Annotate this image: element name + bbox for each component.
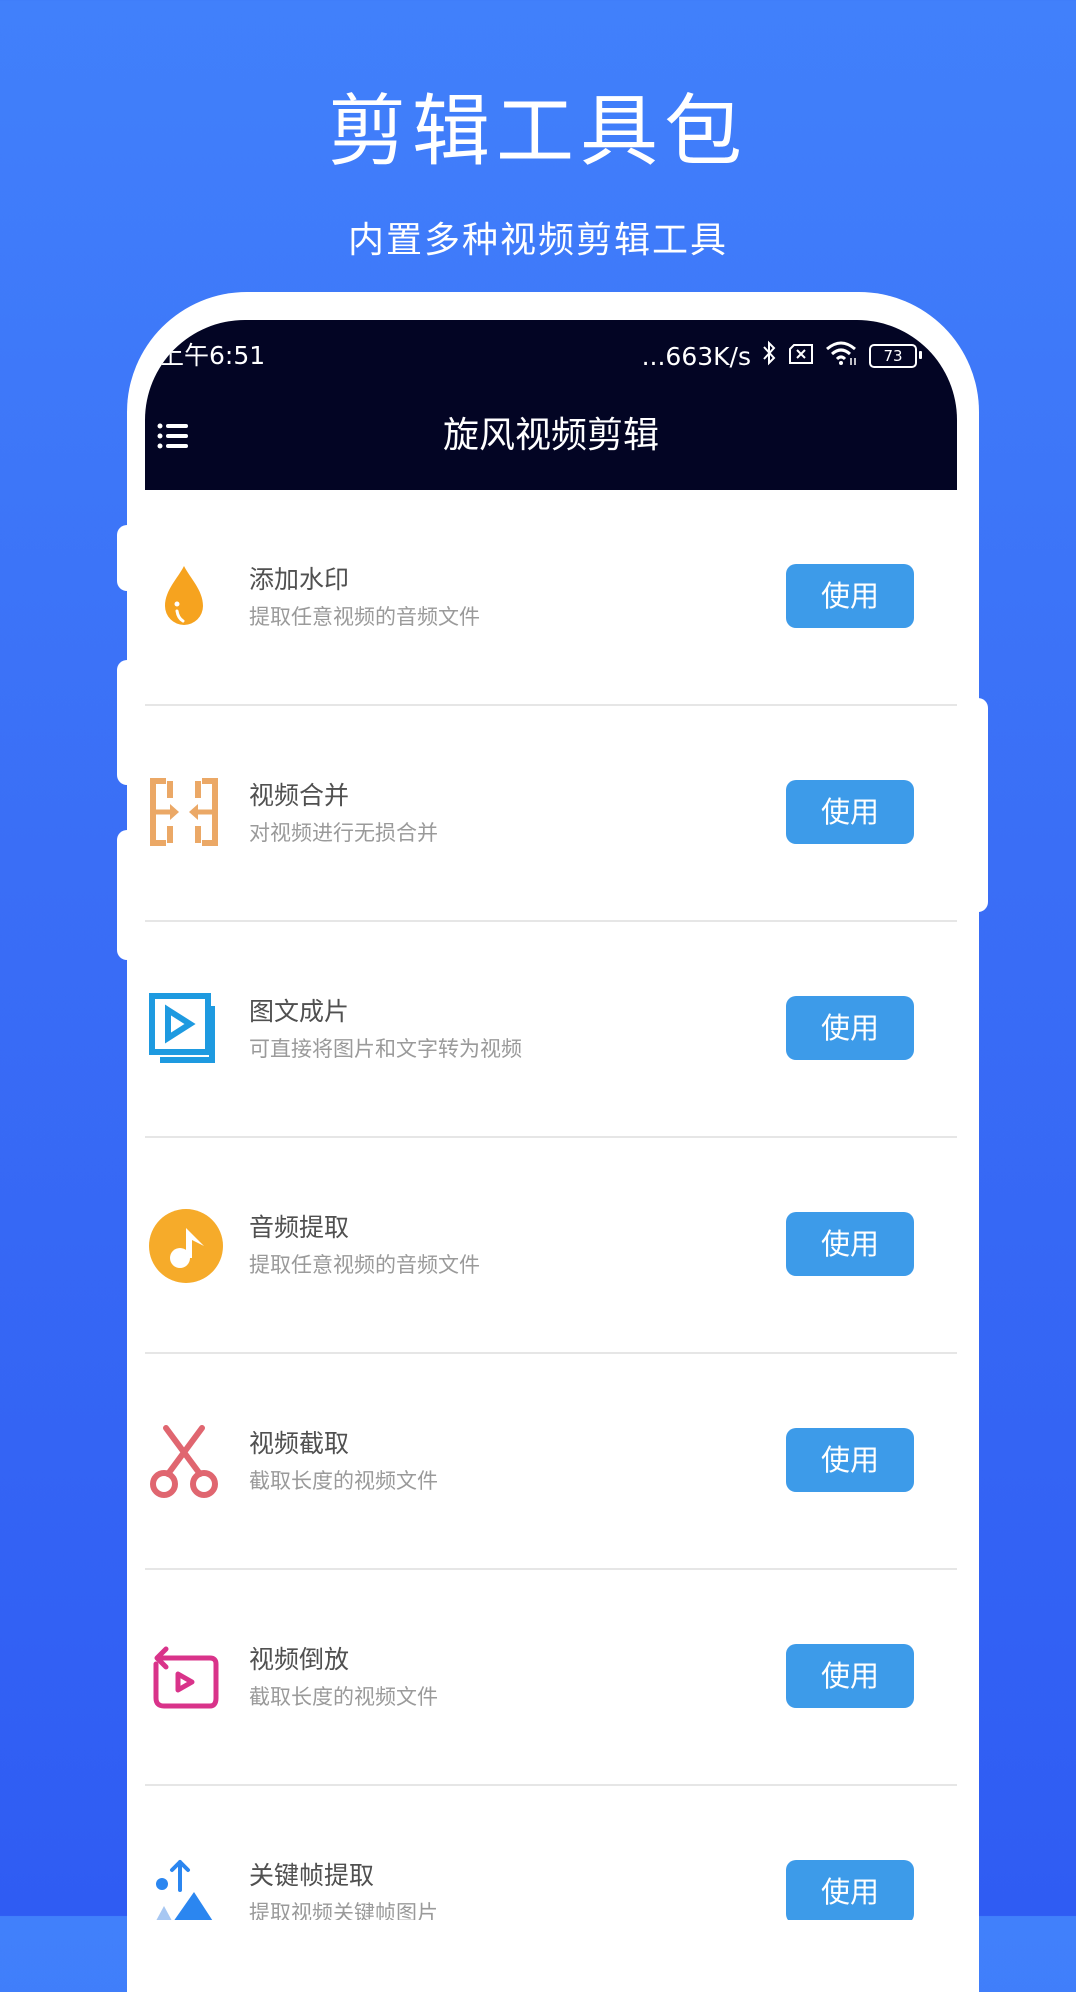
battery-icon: 73 xyxy=(869,344,922,368)
tool-desc: 截取长度的视频文件 xyxy=(249,1685,438,1709)
use-button[interactable]: 使用 xyxy=(786,1860,914,1920)
tool-row-image-to-video: 图文成片 可直接将图片和文字转为视频 使用 xyxy=(145,922,957,1138)
bluetooth-icon xyxy=(761,340,777,372)
use-button[interactable]: 使用 xyxy=(786,1212,914,1276)
tool-desc: 提取任意视频的音频文件 xyxy=(249,1253,480,1277)
wifi-icon xyxy=(825,340,859,372)
tool-title: 视频截取 xyxy=(249,1429,350,1458)
status-time: 上午6:51 xyxy=(159,341,266,370)
tool-row-keyframe-extract: 关键帧提取 提取视频关键帧图片 使用 xyxy=(145,1786,957,1920)
tool-desc: 截取长度的视频文件 xyxy=(249,1469,438,1493)
app-title: 旋风视频剪辑 xyxy=(442,415,659,456)
use-button[interactable]: 使用 xyxy=(786,1644,914,1708)
tool-row-add-watermark: 添加水印 提取任意视频的音频文件 使用 xyxy=(145,490,957,706)
tool-desc: 提取视频关键帧图片 xyxy=(249,1901,438,1920)
tool-title: 视频倒放 xyxy=(249,1645,350,1674)
tool-row-audio-extract: 音频提取 提取任意视频的音频文件 使用 xyxy=(145,1138,957,1354)
tool-row-video-trim: 视频截取 截取长度的视频文件 使用 xyxy=(145,1354,957,1570)
tool-title: 音频提取 xyxy=(249,1213,350,1242)
tool-desc: 对视频进行无损合并 xyxy=(249,821,438,845)
merge-icon xyxy=(148,776,220,848)
tool-desc: 提取任意视频的音频文件 xyxy=(249,605,480,629)
tool-title: 添加水印 xyxy=(249,565,350,594)
slideshow-icon xyxy=(148,992,220,1064)
use-button[interactable]: 使用 xyxy=(786,780,914,844)
sim-x-icon xyxy=(787,342,815,371)
water-drop-icon xyxy=(148,560,220,632)
status-icons: ...663K/s 73 xyxy=(641,338,922,374)
tool-row-video-reverse: 视频倒放 截取长度的视频文件 使用 xyxy=(145,1570,957,1786)
tool-row-video-merge: 视频合并 对视频进行无损合并 使用 xyxy=(145,706,957,922)
tool-title: 图文成片 xyxy=(249,997,350,1026)
net-speed: ...663K/s xyxy=(641,341,751,371)
status-bar: 上午6:51 ...663K/s 73 xyxy=(145,338,957,374)
keyframe-image-icon xyxy=(148,1856,220,1920)
use-button[interactable]: 使用 xyxy=(786,564,914,628)
use-button[interactable]: 使用 xyxy=(786,1428,914,1492)
phone-screen: 上午6:51 ...663K/s 73 旋风视频剪辑 添加水印 提取任意视频的音… xyxy=(145,320,957,1920)
tool-desc: 可直接将图片和文字转为视频 xyxy=(249,1037,522,1061)
hero-subtitle: 内置多种视频剪辑工具 xyxy=(347,220,728,261)
tool-title: 视频合并 xyxy=(249,781,350,810)
reverse-play-icon xyxy=(148,1640,220,1712)
use-button[interactable]: 使用 xyxy=(786,996,914,1060)
app-header: 上午6:51 ...663K/s 73 旋风视频剪辑 xyxy=(145,320,957,490)
battery-level: 73 xyxy=(883,347,903,365)
scissors-icon xyxy=(148,1424,220,1498)
tool-list: 添加水印 提取任意视频的音频文件 使用 视频合并 对视频进行无损合并 使用 图文… xyxy=(145,490,957,1920)
hero-title: 剪辑工具包 xyxy=(327,87,748,177)
tool-title: 关键帧提取 xyxy=(249,1861,375,1890)
music-note-icon xyxy=(148,1208,223,1283)
